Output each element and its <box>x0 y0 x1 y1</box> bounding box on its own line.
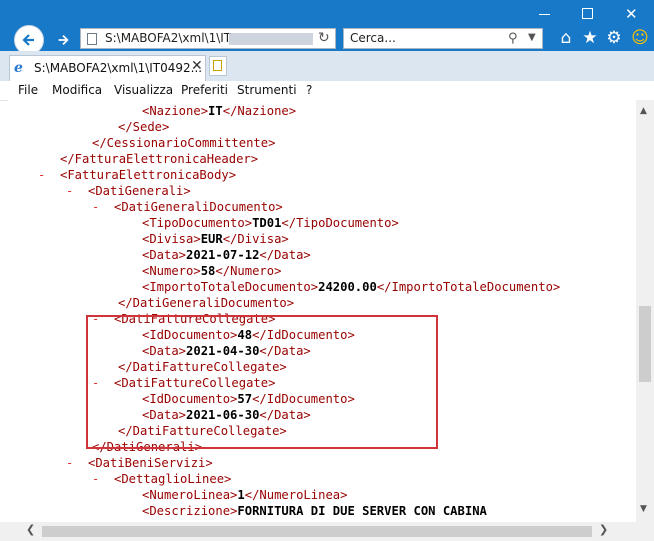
ie-logo-icon: e <box>14 60 23 76</box>
xml-close-tag: </Nazione> <box>222 104 297 118</box>
menu-visualizza[interactable]: Visualizza <box>114 83 173 97</box>
search-input[interactable] <box>350 30 500 46</box>
xml-open-tag: <Data> <box>142 248 187 262</box>
xml-open-tag: <Divisa> <box>142 232 201 246</box>
gear-icon[interactable]: ⚙ <box>604 28 624 48</box>
scroll-right-icon[interactable]: ❯ <box>599 523 608 536</box>
forward-button[interactable] <box>50 27 74 51</box>
xml-close-tag: </Divisa> <box>222 232 289 246</box>
xml-line: <DatiGenerali> <box>88 183 191 199</box>
xml-line: <TipoDocumento>TD01</TipoDocumento> <box>142 215 399 231</box>
new-tab-button[interactable] <box>209 56 227 76</box>
redacted-address-segment <box>229 33 313 45</box>
xml-line: <DettaglioLinee> <box>114 471 231 487</box>
close-icon: ✕ <box>625 5 638 23</box>
address-text: S:\MABOFA2\xml\1\IT <box>105 31 232 45</box>
xml-line: <Divisa>EUR</Divisa> <box>142 231 289 247</box>
xml-value: 2021-07-12 <box>186 248 260 262</box>
xml-line: <ImportoTotaleDocumento>24200.00</Import… <box>142 279 560 295</box>
xml-tag: </Sede> <box>118 120 170 134</box>
page-icon <box>87 33 97 45</box>
xml-tag: </DatiGeneraliDocumento> <box>118 296 295 310</box>
scroll-left-icon[interactable]: ❮ <box>26 523 35 536</box>
xml-line: <Numero>58</Numero> <box>142 263 281 279</box>
tab-active[interactable]: e S:\MABOFA2\xml\1\IT0492... ✕ <box>9 55 206 81</box>
search-box[interactable]: ⚲ ▼ <box>343 28 543 49</box>
xml-line: </CessionarioCommittente> <box>92 135 275 151</box>
collapse-toggle[interactable]: - <box>38 167 45 183</box>
xml-tag: <DatiGeneraliDocumento> <box>114 200 283 214</box>
xml-value: 1 <box>237 488 245 502</box>
xml-tag: <DatiBeniServizi> <box>88 456 213 470</box>
xml-close-tag: </Numero> <box>215 264 282 278</box>
xml-value: IT <box>208 104 223 118</box>
favorites-star-icon[interactable]: ★ <box>580 28 600 48</box>
xml-open-tag: <Nazione> <box>142 104 209 118</box>
xml-tag: </FatturaElettronicaHeader> <box>60 152 259 166</box>
address-bar[interactable]: S:\MABOFA2\xml\1\IT ↻ <box>80 28 336 49</box>
xml-value: FORNITURA DI DUE SERVER CON CABINA <box>237 504 487 518</box>
refresh-icon[interactable]: ↻ <box>318 30 330 46</box>
tab-title: S:\MABOFA2\xml\1\IT0492... <box>34 61 203 75</box>
xml-value: 58 <box>200 264 216 278</box>
horizontal-scrollbar[interactable]: ❮ ❯ <box>0 522 636 541</box>
menu-modifica[interactable]: Modifica <box>52 83 102 97</box>
maximize-button[interactable] <box>573 3 603 25</box>
feedback-smiley-icon[interactable]: ☺ <box>630 28 650 48</box>
horizontal-scroll-thumb[interactable] <box>42 526 592 537</box>
collapse-toggle[interactable]: - <box>92 471 99 487</box>
tab-strip: e S:\MABOFA2\xml\1\IT0492... ✕ <box>0 51 654 81</box>
xml-tag: <DettaglioLinee> <box>114 472 232 486</box>
xml-line: </Sede> <box>118 119 169 135</box>
vertical-scroll-thumb[interactable] <box>639 306 651 382</box>
collapse-toggle[interactable]: - <box>66 183 73 199</box>
xml-line: <Descrizione>FORNITURA DI DUE SERVER CON… <box>142 503 487 519</box>
collapse-toggle[interactable]: - <box>66 455 73 471</box>
scrollbar-corner <box>636 522 654 541</box>
highlight-annotation <box>86 315 438 449</box>
menu-bar: File Modifica Visualizza Preferiti Strum… <box>0 81 654 101</box>
vertical-scrollbar[interactable]: ▲ ▼ <box>636 100 654 522</box>
chevron-down-icon[interactable]: ▼ <box>528 32 536 43</box>
menu-help[interactable]: ? <box>306 83 312 97</box>
xml-line: <Nazione>IT</Nazione> <box>142 103 296 119</box>
xml-open-tag: <Numero> <box>142 264 201 278</box>
xml-value: EUR <box>200 232 223 246</box>
scroll-down-icon[interactable]: ▼ <box>640 504 647 514</box>
scroll-up-icon[interactable]: ▲ <box>640 106 647 116</box>
home-icon[interactable]: ⌂ <box>556 28 576 48</box>
xml-line: <DatiGeneraliDocumento> <box>114 199 283 215</box>
xml-close-tag: </TipoDocumento> <box>281 216 399 230</box>
minimize-button[interactable] <box>530 3 560 25</box>
xml-line: <NumeroLinea>1</NumeroLinea> <box>142 487 347 503</box>
xml-close-tag: </NumeroLinea> <box>244 488 348 502</box>
xml-close-tag: </Data> <box>259 248 311 262</box>
xml-tag: </CessionarioCommittente> <box>92 136 276 150</box>
xml-viewer: <Nazione>IT</Nazione> </Sede> </Cessionari… <box>8 100 636 522</box>
tab-close-icon[interactable]: ✕ <box>191 58 203 74</box>
xml-line: </DatiGeneraliDocumento> <box>118 295 294 311</box>
menu-strumenti[interactable]: Strumenti <box>237 83 297 97</box>
xml-value: TD01 <box>252 216 282 230</box>
close-window-button[interactable]: ✕ <box>616 3 646 25</box>
xml-tag: <FatturaElettronicaBody> <box>60 168 237 182</box>
xml-open-tag: <Descrizione> <box>142 504 238 518</box>
xml-open-tag: <NumeroLinea> <box>142 488 238 502</box>
xml-line: </FatturaElettronicaHeader> <box>60 151 258 167</box>
menu-preferiti[interactable]: Preferiti <box>181 83 228 97</box>
xml-value: 24200.00 <box>318 280 377 294</box>
xml-open-tag: <TipoDocumento> <box>142 216 253 230</box>
back-arrow-icon <box>22 34 34 46</box>
browser-title-bar: ✕ S:\MABOFA2\xml\1\IT ↻ ⚲ ▼ ⌂ ★ ⚙ ☺ <box>0 0 654 55</box>
collapse-toggle[interactable]: - <box>92 199 99 215</box>
xml-tag: <DatiGenerali> <box>88 184 191 198</box>
search-icon[interactable]: ⚲ <box>508 31 518 46</box>
xml-line: <Data>2021-07-12</Data> <box>142 247 311 263</box>
xml-line: <DatiBeniServizi> <box>88 455 213 471</box>
xml-line: <FatturaElettronicaBody> <box>60 167 236 183</box>
xml-open-tag: <ImportoTotaleDocumento> <box>142 280 319 294</box>
xml-close-tag: </ImportoTotaleDocumento> <box>376 280 561 294</box>
forward-arrow-icon <box>58 35 69 45</box>
menu-file[interactable]: File <box>18 83 38 97</box>
